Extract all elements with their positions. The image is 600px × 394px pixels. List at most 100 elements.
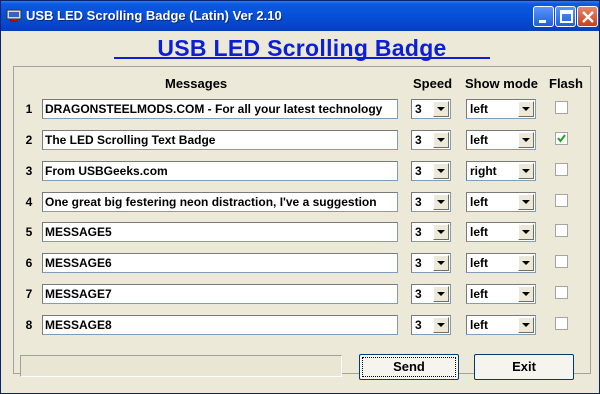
speed-select-7[interactable]: 3 — [411, 284, 451, 304]
show-mode-value: left — [470, 102, 488, 116]
flash-checkbox-4[interactable] — [555, 194, 568, 207]
flash-checkbox-8[interactable] — [555, 317, 568, 330]
speed-dropdown-button[interactable] — [433, 317, 449, 333]
messages-header: Messages — [165, 76, 228, 91]
chevron-down-icon — [437, 323, 445, 327]
client-area: USB LED Scrolling Badge Messages Speed S… — [4, 31, 596, 390]
message-input-2[interactable]: The LED Scrolling Text Badge — [42, 130, 398, 150]
show-mode-select-2[interactable]: left — [466, 130, 536, 150]
chevron-down-icon — [437, 107, 445, 111]
flash-checkbox-6[interactable] — [555, 255, 568, 268]
show-mode-dropdown-button[interactable] — [518, 317, 534, 333]
message-input-5[interactable]: MESSAGE5 — [42, 222, 398, 242]
maximize-button[interactable] — [555, 6, 576, 27]
chevron-down-icon — [522, 261, 530, 265]
flash-checkbox-7[interactable] — [555, 286, 568, 299]
show-mode-value: left — [470, 318, 488, 332]
chevron-down-icon — [522, 230, 530, 234]
flash-header: Flash — [549, 76, 583, 91]
chevron-down-icon — [437, 292, 445, 296]
show-mode-select-3[interactable]: right — [466, 161, 536, 181]
speed-value: 3 — [415, 318, 422, 332]
speed-value: 3 — [415, 256, 422, 270]
message-input-8[interactable]: MESSAGE8 — [42, 315, 398, 335]
maximize-icon — [560, 10, 573, 23]
show-mode-dropdown-button[interactable] — [518, 286, 534, 302]
show-mode-select-4[interactable]: left — [466, 192, 536, 212]
speed-value: 3 — [415, 225, 422, 239]
row-number: 7 — [25, 287, 33, 301]
chevron-down-icon — [437, 138, 445, 142]
show-mode-value: left — [470, 133, 488, 147]
app-window: USB LED Scrolling Badge (Latin) Ver 2.10… — [0, 0, 600, 394]
send-button[interactable]: Send — [359, 354, 459, 380]
message-input-7[interactable]: MESSAGE7 — [42, 284, 398, 304]
speed-dropdown-button[interactable] — [433, 194, 449, 210]
flash-checkbox-5[interactable] — [555, 224, 568, 237]
message-input-6[interactable]: MESSAGE6 — [42, 253, 398, 273]
show-mode-value: left — [470, 287, 488, 301]
show-mode-dropdown-button[interactable] — [518, 224, 534, 240]
title-bar[interactable]: USB LED Scrolling Badge (Latin) Ver 2.10 — [1, 1, 599, 31]
show-mode-dropdown-button[interactable] — [518, 132, 534, 148]
chevron-down-icon — [522, 292, 530, 296]
speed-dropdown-button[interactable] — [433, 101, 449, 117]
chevron-down-icon — [437, 200, 445, 204]
minimize-icon — [539, 20, 546, 23]
speed-select-6[interactable]: 3 — [411, 253, 451, 273]
speed-value: 3 — [415, 195, 422, 209]
message-input-4[interactable]: One great big festering neon distraction… — [42, 192, 398, 212]
close-button[interactable] — [577, 6, 598, 27]
speed-value: 3 — [415, 164, 422, 178]
show-mode-header: Show mode — [465, 76, 538, 91]
show-mode-dropdown-button[interactable] — [518, 194, 534, 210]
speed-dropdown-button[interactable] — [433, 286, 449, 302]
flash-checkbox-2[interactable] — [555, 132, 568, 145]
speed-header: Speed — [413, 76, 453, 91]
row-number: 8 — [25, 318, 33, 332]
chevron-down-icon — [437, 230, 445, 234]
speed-dropdown-button[interactable] — [433, 163, 449, 179]
speed-select-3[interactable]: 3 — [411, 161, 451, 181]
speed-value: 3 — [415, 102, 422, 116]
speed-select-5[interactable]: 3 — [411, 222, 451, 242]
speed-select-8[interactable]: 3 — [411, 315, 451, 335]
flash-checkbox-1[interactable] — [555, 101, 568, 114]
speed-select-2[interactable]: 3 — [411, 130, 451, 150]
chevron-down-icon — [437, 169, 445, 173]
speed-select-1[interactable]: 3 — [411, 99, 451, 119]
show-mode-dropdown-button[interactable] — [518, 163, 534, 179]
row-number: 1 — [25, 102, 33, 116]
speed-value: 3 — [415, 133, 422, 147]
message-input-3[interactable]: From USBGeeks.com — [42, 161, 398, 181]
show-mode-dropdown-button[interactable] — [518, 255, 534, 271]
flash-checkbox-3[interactable] — [555, 163, 568, 176]
row-number: 4 — [25, 195, 33, 209]
minimize-button[interactable] — [533, 6, 554, 27]
chevron-down-icon — [437, 261, 445, 265]
show-mode-dropdown-button[interactable] — [518, 101, 534, 117]
chevron-down-icon — [522, 107, 530, 111]
speed-dropdown-button[interactable] — [433, 132, 449, 148]
exit-button[interactable]: Exit — [474, 354, 574, 380]
show-mode-value: right — [470, 164, 497, 178]
row-number: 5 — [25, 225, 33, 239]
show-mode-select-1[interactable]: left — [466, 99, 536, 119]
show-mode-select-5[interactable]: left — [466, 222, 536, 242]
show-mode-select-7[interactable]: left — [466, 284, 536, 304]
chevron-down-icon — [522, 323, 530, 327]
row-number: 6 — [25, 256, 33, 270]
message-input-1[interactable]: DRAGONSTEELMODS.COM - For all your lates… — [42, 99, 398, 119]
show-mode-select-6[interactable]: left — [466, 253, 536, 273]
show-mode-select-8[interactable]: left — [466, 315, 536, 335]
speed-dropdown-button[interactable] — [433, 224, 449, 240]
show-mode-value: left — [470, 195, 488, 209]
speed-select-4[interactable]: 3 — [411, 192, 451, 212]
chevron-down-icon — [522, 138, 530, 142]
speed-value: 3 — [415, 287, 422, 301]
chevron-down-icon — [522, 169, 530, 173]
speed-dropdown-button[interactable] — [433, 255, 449, 271]
status-bar — [20, 355, 342, 377]
checkmark-icon — [557, 134, 566, 143]
window-title: USB LED Scrolling Badge (Latin) Ver 2.10 — [26, 8, 282, 23]
